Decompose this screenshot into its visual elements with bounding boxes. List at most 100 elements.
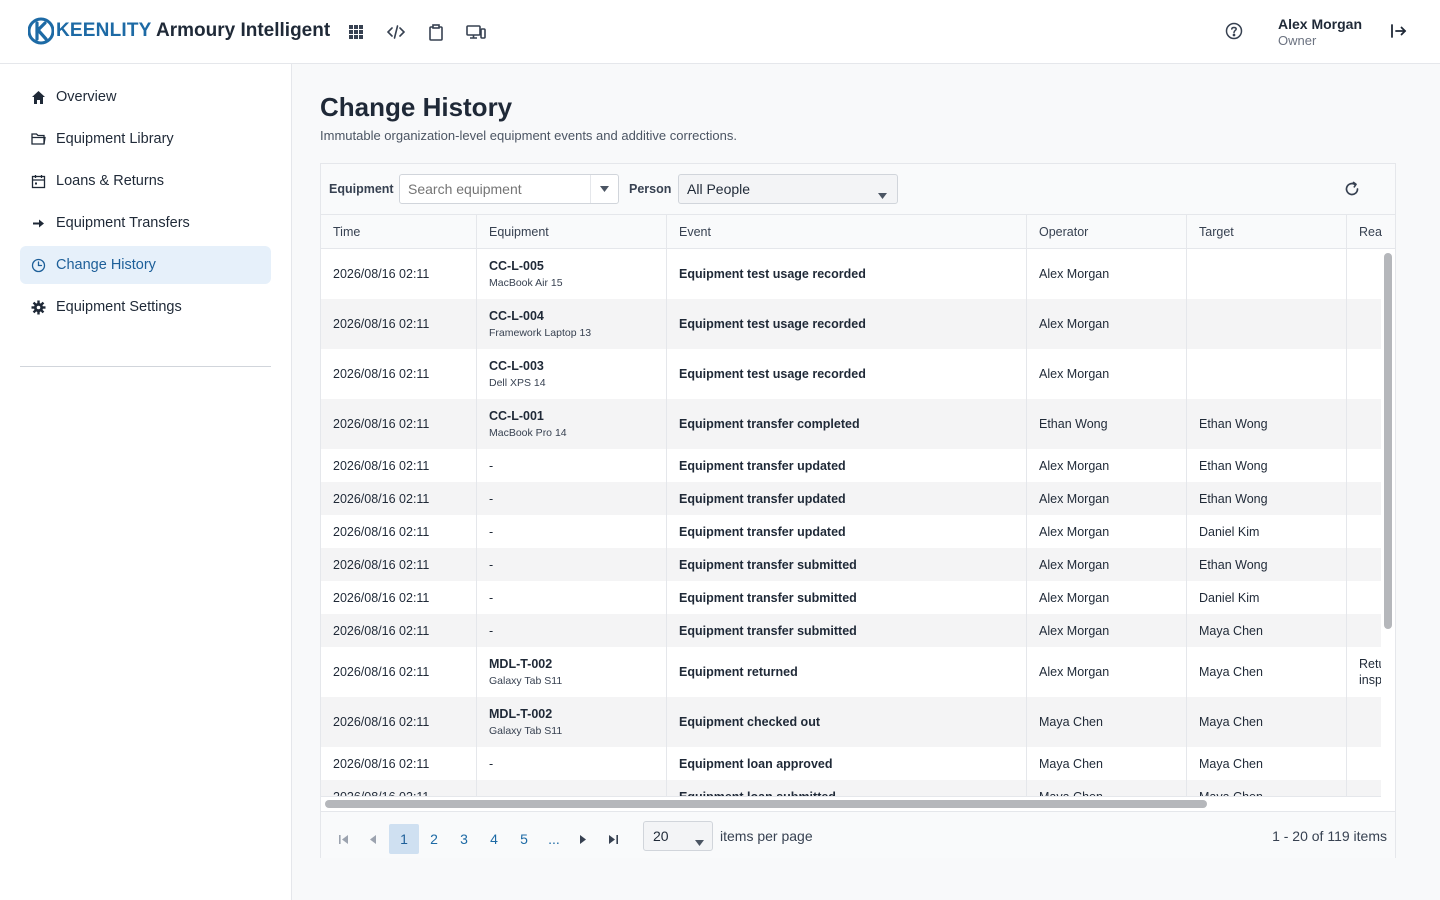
cell-equipment: - [477, 449, 667, 482]
page-button-1[interactable]: 1 [389, 824, 419, 854]
cell-equipment: MDL-T-002 Galaxy Tab S11 [477, 647, 667, 697]
sidebar-item-equipment-transfers[interactable]: Equipment Transfers [20, 204, 271, 242]
cell-target: Maya Chen [1187, 614, 1347, 647]
equipment-code: - [489, 557, 494, 572]
cell-reason [1347, 581, 1381, 614]
page-title: Change History [320, 92, 513, 122]
code-icon[interactable] [386, 22, 406, 42]
person-select[interactable]: All People [678, 174, 898, 204]
cell-time: 2026/08/16 02:11 [321, 249, 477, 299]
clock-icon [30, 257, 46, 273]
chevron-down-icon[interactable] [590, 175, 618, 203]
next-page-icon[interactable] [569, 824, 597, 854]
page-size-select[interactable]: 20 [643, 821, 713, 851]
cell-time: 2026/08/16 02:11 [321, 515, 477, 548]
cell-reason [1347, 349, 1381, 399]
cell-target [1187, 299, 1347, 349]
cell-reason [1347, 449, 1381, 482]
page-button-5[interactable]: 5 [509, 824, 539, 854]
table-row[interactable]: 2026/08/16 02:11 CC-L-004 Framework Laptop… [321, 299, 1381, 349]
sidebar-item-overview[interactable]: Overview [20, 78, 271, 116]
refresh-icon[interactable] [1343, 180, 1363, 200]
table-row[interactable]: 2026/08/16 02:11- Equipment transfer subm… [321, 548, 1381, 581]
table-row[interactable]: 2026/08/16 02:11- Equipment loan approved… [321, 747, 1381, 780]
cell-time: 2026/08/16 02:11 [321, 697, 477, 747]
table-row[interactable]: 2026/08/16 02:11 MDL-T-002 Galaxy Tab S11 E… [321, 647, 1381, 697]
folder-icon [30, 131, 46, 147]
brand-logo[interactable]: KEENLITY [28, 17, 152, 45]
cell-reason [1347, 299, 1381, 349]
table-row[interactable]: 2026/08/16 02:11 CC-L-005 MacBook Air 15 Eq… [321, 249, 1381, 299]
sidebar: Overview Equipment Library Loans & Retur… [0, 64, 292, 900]
apps-grid-icon[interactable] [346, 22, 366, 42]
help-icon[interactable] [1225, 22, 1245, 42]
cell-equipment: CC-L-001 MacBook Pro 14 [477, 399, 667, 449]
column-header-event[interactable]: Event [667, 215, 1027, 248]
equipment-search-input[interactable] [400, 181, 590, 197]
table-row[interactable]: 2026/08/16 02:11- Equipment transfer upda… [321, 449, 1381, 482]
cell-event: Equipment returned [667, 647, 1027, 697]
first-page-icon[interactable] [329, 824, 357, 854]
page-size-value: 20 [653, 828, 669, 844]
user-name[interactable]: Alex Morgan [1278, 16, 1362, 32]
page-button-4[interactable]: 4 [479, 824, 509, 854]
page-button-2[interactable]: 2 [419, 824, 449, 854]
equipment-combobox[interactable] [399, 174, 619, 204]
page-button-more[interactable]: ... [539, 824, 569, 854]
cell-reason [1347, 780, 1381, 796]
column-header-equipment[interactable]: Equipment [477, 215, 667, 248]
sidebar-item-loans-returns[interactable]: Loans & Returns [20, 162, 271, 200]
sidebar-item-equipment-library[interactable]: Equipment Library [20, 120, 271, 158]
equipment-name: Dell XPS 14 [489, 377, 546, 389]
table-row[interactable]: 2026/08/16 02:11-Equipment loan submitte… [321, 780, 1381, 796]
table-header: Time Equipment Event Operator Target Rea [321, 215, 1395, 249]
column-header-reason[interactable]: Rea [1347, 215, 1395, 248]
cell-operator: Alex Morgan [1027, 349, 1187, 399]
cell-target [1187, 249, 1347, 299]
page-subtitle: Immutable organization-level equipment e… [320, 128, 737, 143]
logout-icon[interactable] [1389, 22, 1409, 42]
table-row[interactable]: 2026/08/16 02:11- Equipment transfer subm… [321, 581, 1381, 614]
cell-reason [1347, 697, 1381, 747]
table-row[interactable]: 2026/08/16 02:11 CC-L-001 MacBook Pro 14 Eq… [321, 399, 1381, 449]
horizontal-scroll-thumb[interactable] [325, 800, 1207, 808]
sidebar-item-change-history[interactable]: Change History [20, 246, 271, 284]
cell-event: Equipment transfer updated [667, 482, 1027, 515]
equipment-code: - [489, 491, 494, 506]
cell-reason [1347, 249, 1381, 299]
sidebar-item-equipment-settings[interactable]: Equipment Settings [20, 288, 271, 326]
cell-equipment: - [477, 747, 667, 780]
devices-icon[interactable] [466, 22, 486, 42]
cell-target: Ethan Wong [1187, 548, 1347, 581]
table-row[interactable]: 2026/08/16 02:11- Equipment transfer subm… [321, 614, 1381, 647]
cell-reason [1347, 515, 1381, 548]
sidebar-item-label: Loans & Returns [56, 173, 165, 189]
equipment-code: - [489, 524, 494, 539]
clipboard-icon[interactable] [426, 22, 446, 42]
table-row[interactable]: 2026/08/16 02:11- Equipment transfer upda… [321, 482, 1381, 515]
cell-operator: Alex Morgan [1027, 581, 1187, 614]
cell-event: Equipment transfer submitted [667, 581, 1027, 614]
sidebar-item-label: Equipment Library [56, 131, 174, 147]
column-header-time[interactable]: Time [321, 215, 477, 248]
equipment-name: Galaxy Tab S11 [489, 725, 563, 737]
column-header-target[interactable]: Target [1187, 215, 1347, 248]
last-page-icon[interactable] [599, 824, 627, 854]
cell-time: 2026/08/16 02:11 [321, 349, 477, 399]
page-button-3[interactable]: 3 [449, 824, 479, 854]
cell-reason: Retu insp [1347, 647, 1381, 697]
column-header-operator[interactable]: Operator [1027, 215, 1187, 248]
vertical-scroll-thumb[interactable] [1384, 253, 1392, 629]
prev-page-icon[interactable] [359, 824, 387, 854]
cell-reason [1347, 482, 1381, 515]
sidebar-item-label: Overview [56, 89, 117, 105]
table-row[interactable]: 2026/08/16 02:11 MDL-T-002 Galaxy Tab S11 E… [321, 697, 1381, 747]
cell-operator: Alex Morgan [1027, 548, 1187, 581]
cell-reason [1347, 399, 1381, 449]
equipment-name: Framework Laptop 13 [489, 327, 592, 339]
table-row[interactable]: 2026/08/16 02:11 CC-L-003 Dell XPS 14 Equip… [321, 349, 1381, 399]
equipment-code: CC-L-003 [489, 359, 544, 373]
cell-operator: Alex Morgan [1027, 482, 1187, 515]
chevron-down-icon [695, 833, 704, 851]
table-row[interactable]: 2026/08/16 02:11- Equipment transfer upda… [321, 515, 1381, 548]
